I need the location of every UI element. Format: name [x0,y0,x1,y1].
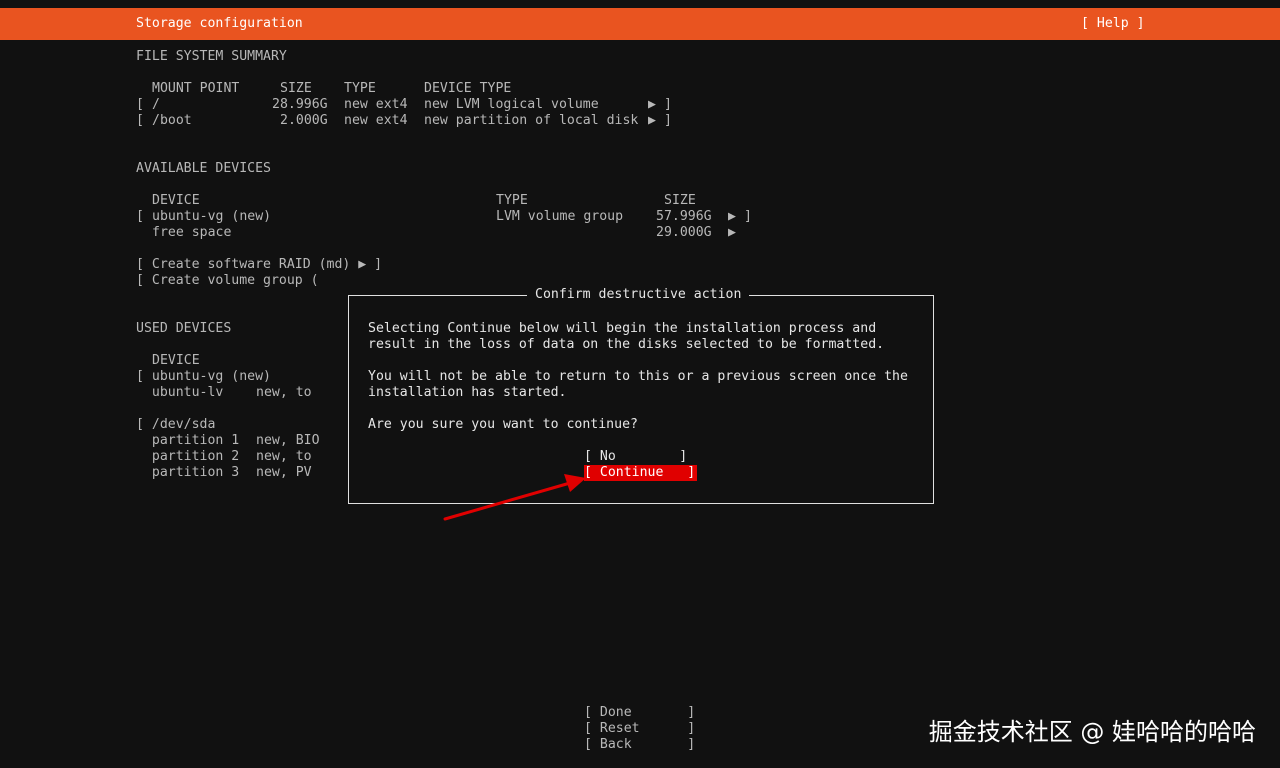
watermark: 掘金技术社区 @ 娃哈哈的哈哈 [928,718,1256,746]
annotation-arrow-icon [443,474,586,521]
